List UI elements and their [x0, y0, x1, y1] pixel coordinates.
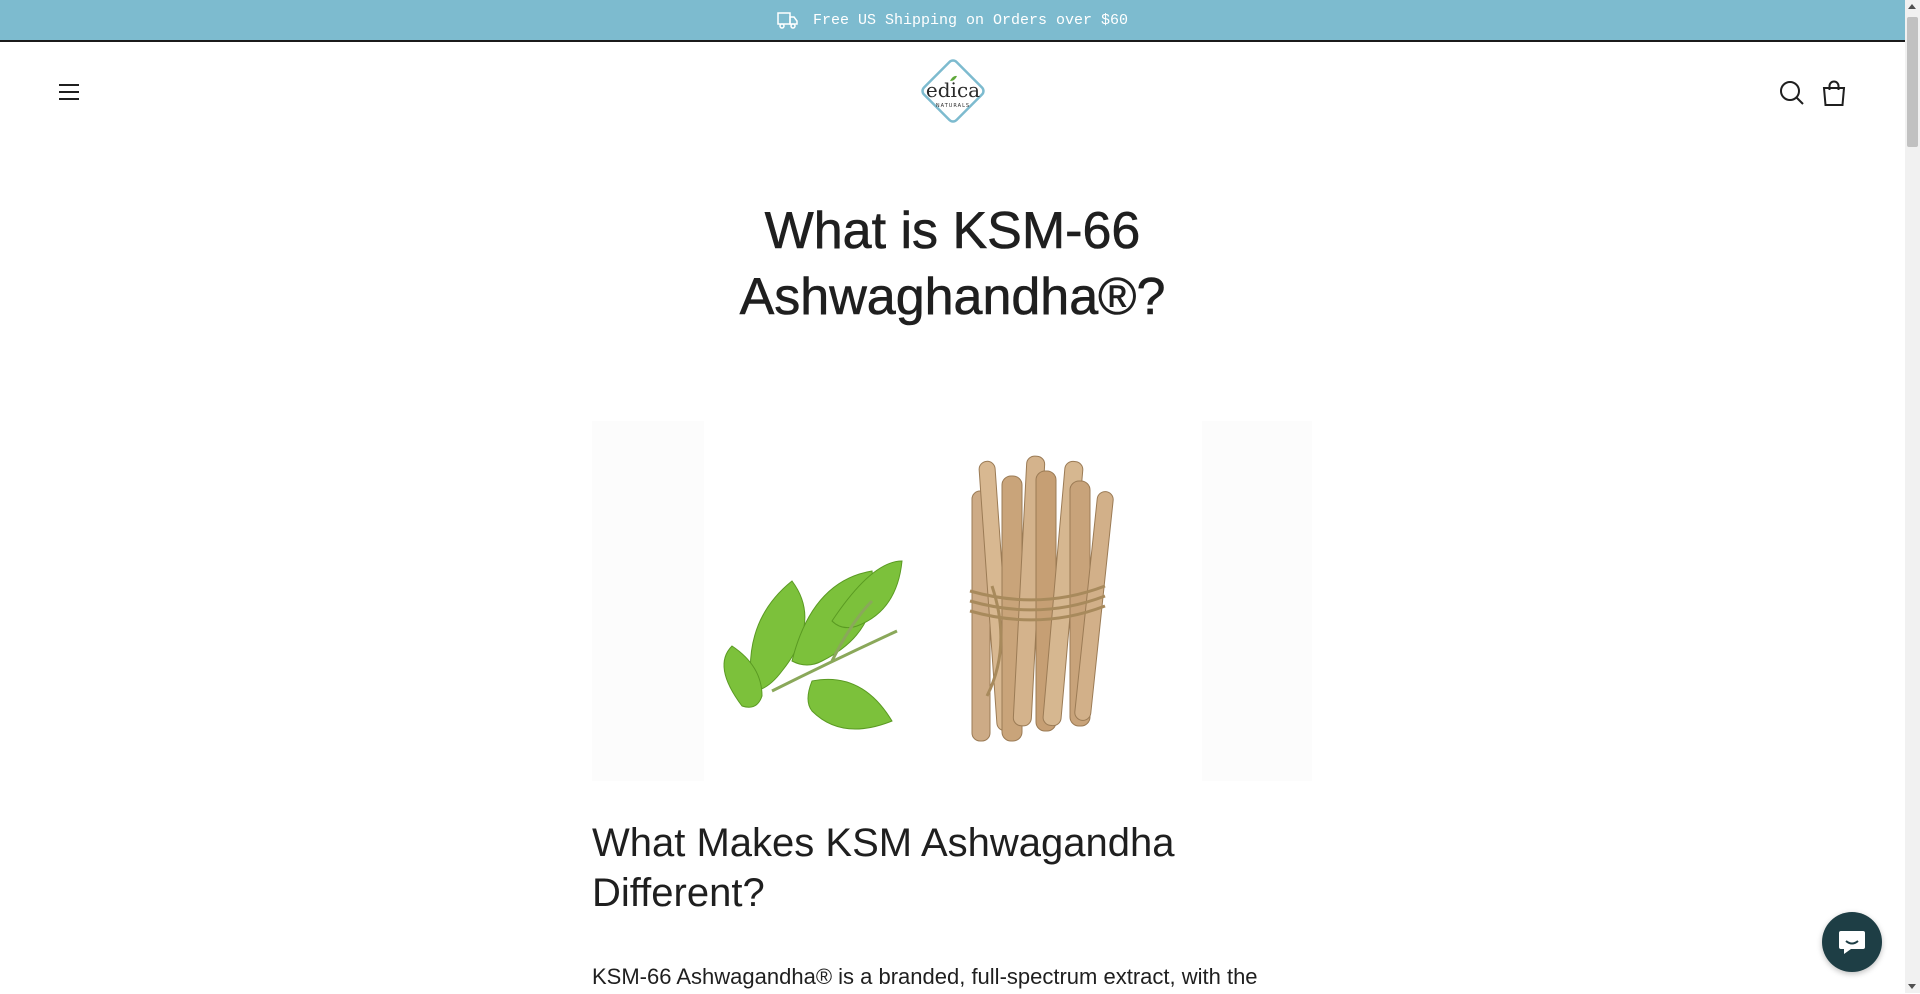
truck-icon	[777, 10, 799, 30]
svg-text:edica: edica	[926, 78, 980, 102]
scroll-down-arrow[interactable]	[1908, 984, 1916, 989]
announcement-text[interactable]: Free US Shipping on Orders over $60	[813, 12, 1128, 29]
chat-bubble-icon[interactable]	[1822, 912, 1882, 972]
page-scrollbar[interactable]	[1905, 0, 1920, 993]
site-header: edica NATURALS	[0, 42, 1905, 142]
section-heading-line-2: Different?	[592, 871, 765, 915]
ashwagandha-illustration	[723, 455, 1114, 742]
page-title-line-2: Ashwaghandha®?	[739, 268, 1166, 327]
scroll-up-arrow[interactable]	[1908, 4, 1916, 9]
scrollbar-thumb[interactable]	[1907, 17, 1918, 147]
section-heading-line-1: What Makes KSM Ashwagandha	[592, 821, 1175, 865]
body-paragraph: KSM-66 Ashwagandha® is a branded, full-s…	[592, 964, 1258, 989]
section-heading: What Makes KSM Ashwagandha Different?	[592, 818, 1312, 918]
hero-image	[592, 421, 1312, 781]
page-title-line-1: What is KSM-66	[764, 202, 1141, 261]
hamburger-menu-icon[interactable]	[56, 82, 82, 102]
svg-text:NATURALS: NATURALS	[936, 103, 970, 109]
search-icon[interactable]	[1779, 80, 1805, 106]
announcement-bar: Free US Shipping on Orders over $60	[0, 0, 1905, 42]
shopping-bag-icon[interactable]	[1821, 79, 1847, 107]
page-title: What is KSM-66 Ashwaghandha®?	[610, 198, 1295, 330]
brand-logo[interactable]: edica NATURALS	[917, 55, 989, 127]
